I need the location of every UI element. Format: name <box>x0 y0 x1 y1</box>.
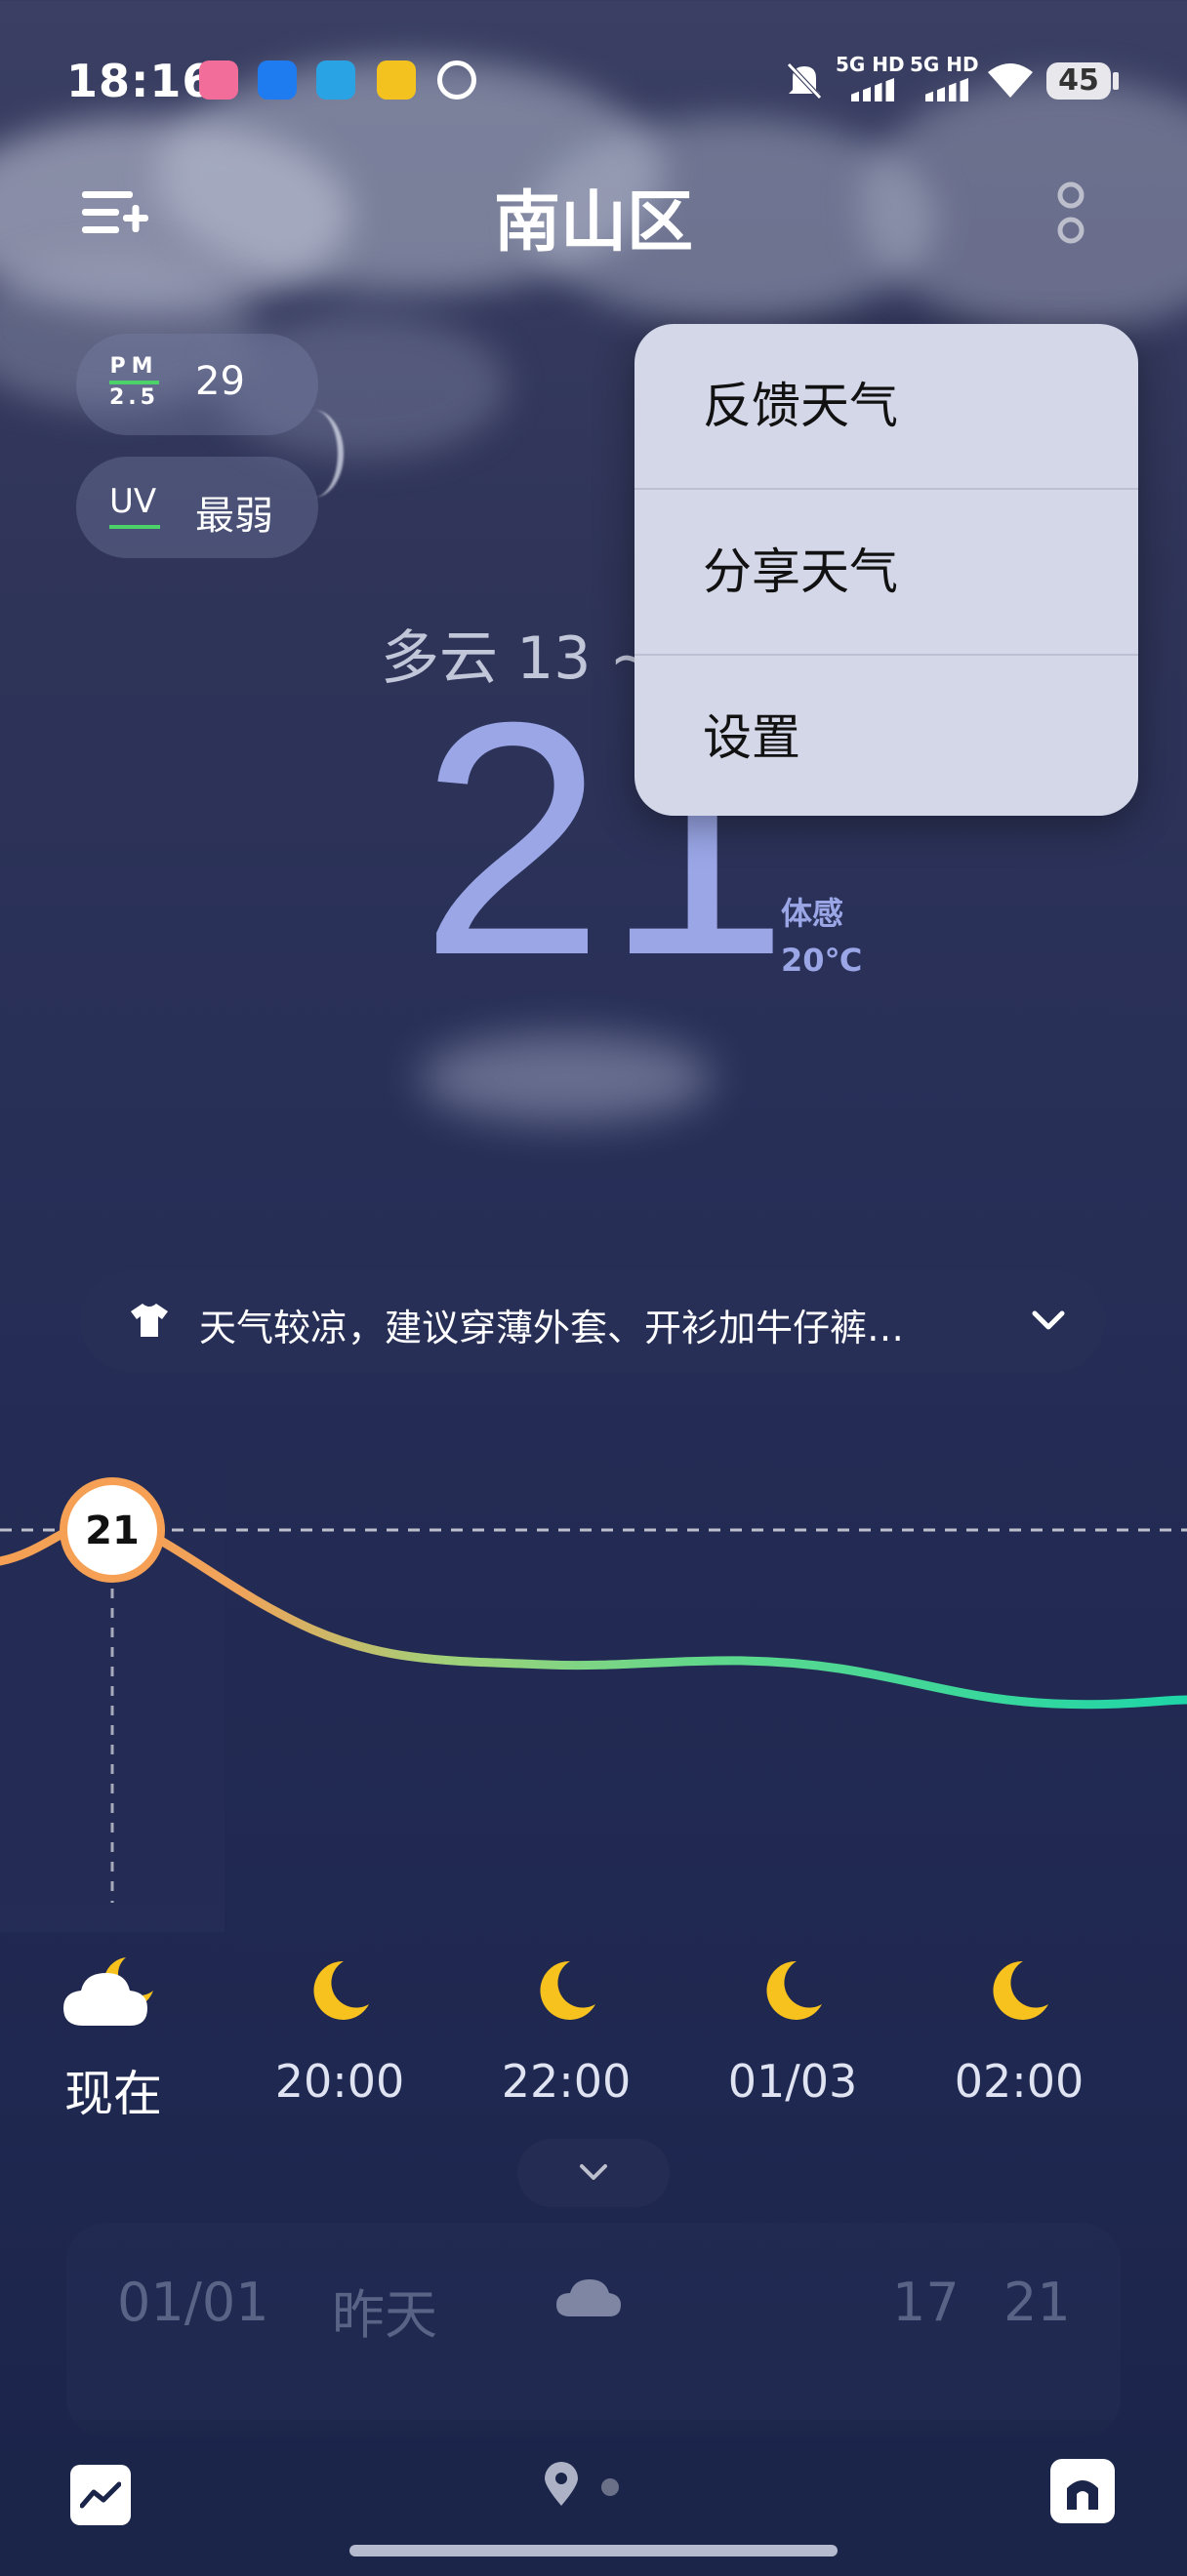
battery-tip <box>1113 72 1119 90</box>
circle-app-icon <box>437 60 476 100</box>
pm-label-bottom: 2.5 <box>109 385 159 410</box>
shirt-icon <box>131 1304 168 1337</box>
daily-day: 昨天 <box>332 2284 437 2346</box>
status-bar: 18:16 5G HD 5G HD 45 <box>0 0 1187 156</box>
daily-date: 01/01 <box>117 2272 269 2333</box>
chevron-down-icon[interactable] <box>1029 1306 1068 1335</box>
uv-value: 最弱 <box>195 494 273 539</box>
feels-like: 体感 20℃ <box>781 890 862 984</box>
hourly-item[interactable]: 20:00 <box>252 1952 428 2108</box>
hourly-label: 现在 <box>64 2066 162 2122</box>
menu-settings[interactable]: 设置 <box>634 656 1138 816</box>
signal-1-icon <box>851 78 894 101</box>
pm-value: 29 <box>195 359 245 404</box>
feels-label: 体感 <box>781 895 844 932</box>
more-options-icon[interactable] <box>1054 178 1087 256</box>
uv-label: UV <box>109 482 160 529</box>
menu-feedback-weather[interactable]: 反馈天气 <box>634 324 1138 490</box>
daily-low: 17 <box>892 2272 960 2333</box>
pm-label-top: PM <box>109 354 159 379</box>
hourly-label: 20:00 <box>274 2055 405 2108</box>
trend-chart-button[interactable] <box>70 2465 131 2525</box>
temperature-curve <box>0 1514 1187 1710</box>
wifi-icon <box>988 63 1033 98</box>
bilibili-icon <box>199 60 238 100</box>
hourly-label: 01/03 <box>727 2055 858 2108</box>
current-temp-marker-label: 21 <box>85 1509 140 1553</box>
network-1: 5G HD <box>836 53 905 76</box>
partly-cloudy-night-icon <box>63 1957 153 2026</box>
daily-high: 21 <box>1003 2272 1071 2333</box>
uv-underline <box>109 525 160 529</box>
status-time: 18:16 <box>66 55 215 107</box>
page-indicator-dot <box>601 2478 619 2496</box>
city-title[interactable]: 南山区 <box>0 168 1187 264</box>
home-button[interactable] <box>1050 2459 1115 2523</box>
hourly-label: 02:00 <box>954 2055 1085 2108</box>
daily-forecast-card[interactable]: 01/01 昨天 17 21 <box>66 2223 1121 2437</box>
moon-icon <box>540 1960 595 2020</box>
chevron-down-icon <box>580 2164 607 2180</box>
signal-2-icon <box>925 78 968 101</box>
mute-bell-icon <box>787 62 822 100</box>
hourly-item[interactable]: 02:00 <box>931 1952 1107 2108</box>
weibo-icon <box>377 60 416 100</box>
uv-label-text: UV <box>109 482 157 521</box>
home-icon <box>1067 2480 1098 2510</box>
cloud-icon <box>556 2279 621 2316</box>
bird-app-icon <box>258 60 297 100</box>
expand-forecast-button[interactable] <box>517 2139 670 2207</box>
battery-indicator: 45 <box>1046 62 1111 100</box>
moon-icon <box>993 1960 1048 2020</box>
menu-share-weather[interactable]: 分享天气 <box>634 490 1138 656</box>
hourly-item[interactable]: 22:00 <box>478 1952 654 2108</box>
telegram-icon <box>316 60 355 100</box>
uv-pill[interactable]: UV 最弱 <box>76 457 318 558</box>
location-pin-icon[interactable] <box>543 2461 580 2508</box>
pm25-pill[interactable]: PM 2.5 29 <box>76 334 318 435</box>
moon-icon <box>313 1960 369 2020</box>
moon-icon <box>766 1960 822 2020</box>
bottom-nav <box>0 2420 1187 2576</box>
hourly-item[interactable]: 01/03 <box>705 1952 880 2108</box>
temperature-curve-chart: 21 <box>0 1477 1187 1903</box>
feels-value: 20℃ <box>781 942 863 979</box>
options-menu: 反馈天气 分享天气 设置 <box>634 324 1138 816</box>
clothing-tip-text: 天气较凉，建议穿薄外套、开衫加牛仔裤… <box>199 1307 905 1349</box>
clothing-tip-bar[interactable]: 天气较凉，建议穿薄外套、开衫加牛仔裤… <box>80 1270 1105 1372</box>
temperature-glow <box>420 1034 713 1122</box>
hourly-item-now[interactable]: 现在 <box>25 1952 201 2125</box>
gesture-bar[interactable] <box>349 2545 838 2556</box>
pm-label: PM 2.5 <box>109 355 159 410</box>
trend-line-icon <box>80 2481 121 2509</box>
hourly-label: 22:00 <box>501 2055 632 2108</box>
network-2: 5G HD <box>910 53 979 76</box>
pm-underline <box>109 381 159 384</box>
